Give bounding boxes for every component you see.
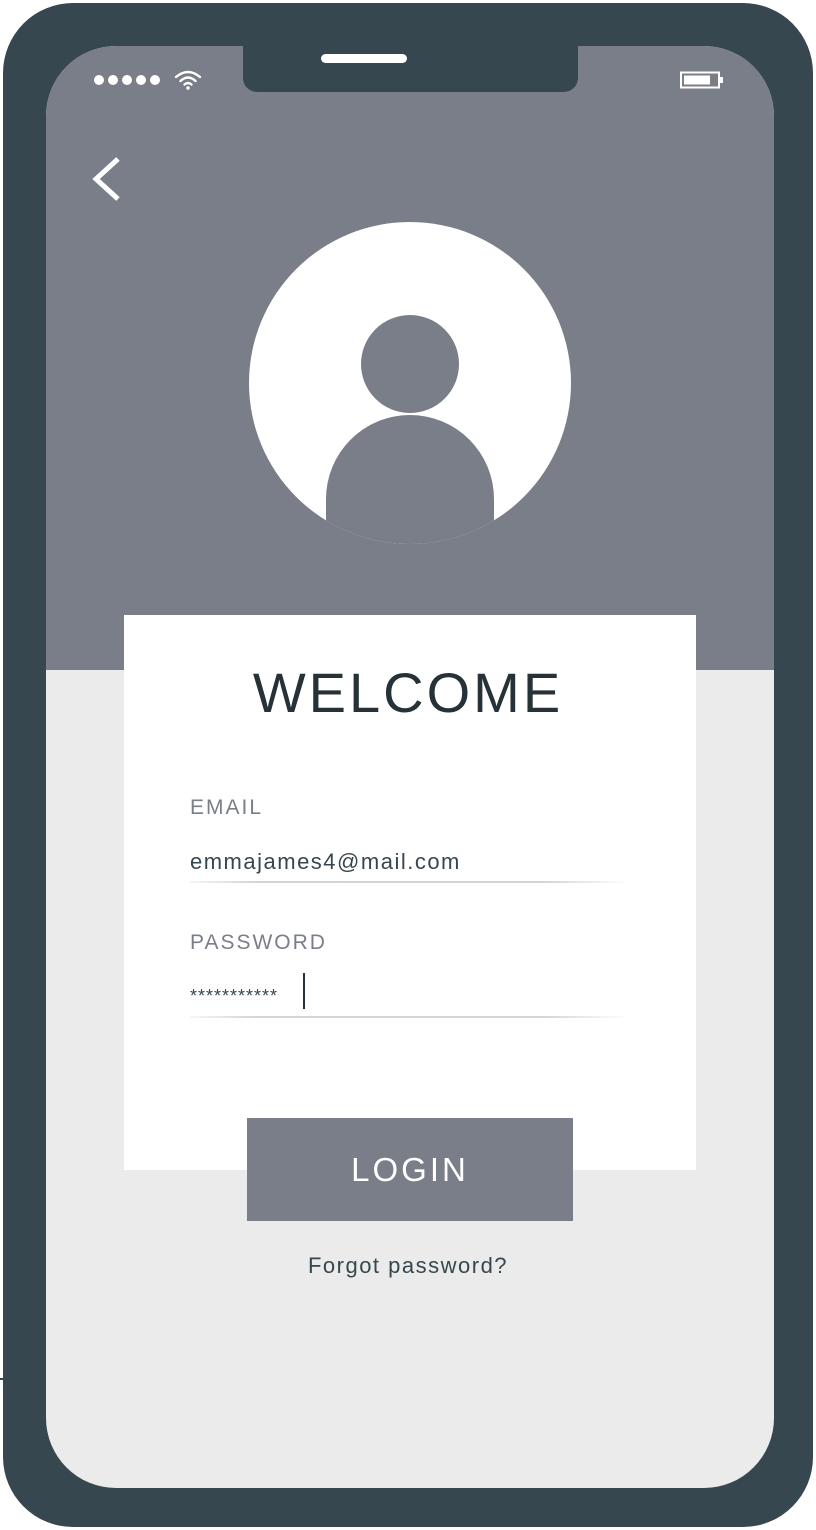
signal-dot bbox=[94, 75, 104, 85]
email-field[interactable] bbox=[190, 848, 630, 876]
text-caret bbox=[303, 973, 305, 1009]
battery-icon bbox=[680, 71, 723, 89]
login-button[interactable]: LOGIN bbox=[247, 1118, 573, 1221]
password-label: PASSWORD bbox=[190, 931, 327, 954]
avatar-body bbox=[326, 415, 494, 544]
email-underline bbox=[190, 881, 630, 883]
signal-dot bbox=[150, 75, 160, 85]
status-bar-left bbox=[94, 70, 202, 90]
welcome-title: WELCOME bbox=[252, 661, 564, 724]
signal-dot bbox=[122, 75, 132, 85]
email-label: EMAIL bbox=[190, 796, 264, 819]
password-underline bbox=[190, 1016, 630, 1018]
back-chevron-icon[interactable] bbox=[90, 155, 128, 203]
user-avatar-icon bbox=[249, 222, 571, 544]
wifi-icon bbox=[174, 70, 202, 90]
signal-dot bbox=[108, 75, 118, 85]
forgot-password-link[interactable]: Forgot password? bbox=[0, 1253, 816, 1279]
phone-notch bbox=[243, 46, 578, 92]
signal-dot bbox=[136, 75, 146, 85]
password-field[interactable] bbox=[190, 982, 630, 1010]
avatar-head bbox=[361, 315, 459, 413]
speaker-icon bbox=[321, 54, 407, 63]
